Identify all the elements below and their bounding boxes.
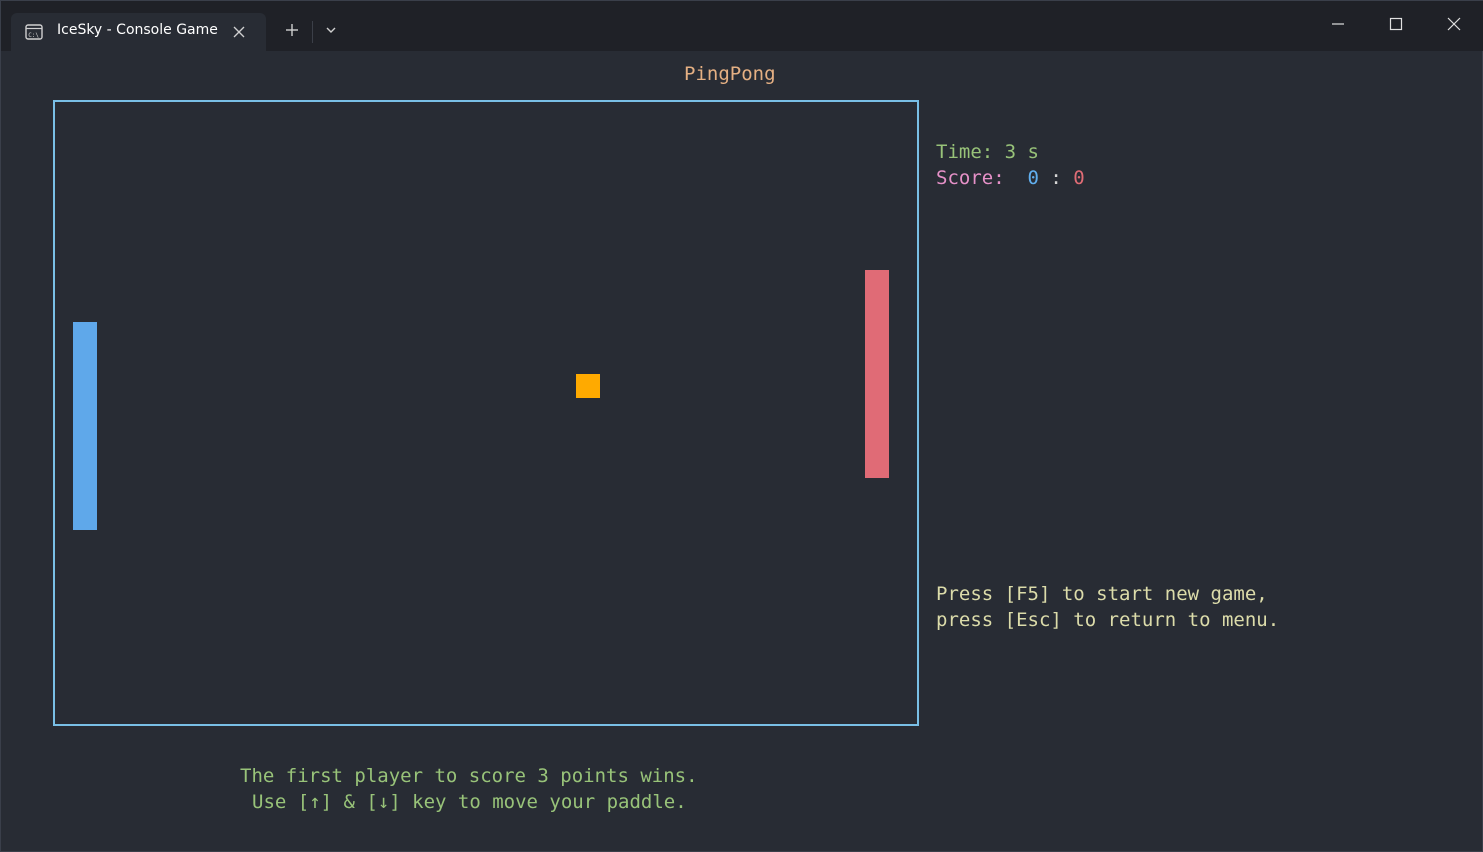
right-paddle [865,270,889,478]
ball [576,374,600,398]
tab-separator [312,21,313,43]
rule-controls: Use [↑] & [↓] key to move your paddle. [252,791,687,813]
tab-title: IceSky - Console Game [57,22,218,38]
time-display: Time: 3 s [936,141,1039,163]
score-label: Score: [936,167,1028,189]
score-display: Score: 0 : 0 [936,167,1085,189]
game-title: PingPong [684,63,776,85]
svg-text:C:\: C:\ [28,32,39,39]
tab-icesky[interactable]: C:\ IceSky - Console Game [11,13,266,51]
score-left: 0 [1027,167,1039,189]
left-paddle [73,322,97,530]
console-icon: C:\ [25,23,43,41]
new-tab-button[interactable] [275,17,309,47]
plus-icon [284,22,300,43]
game-arena [53,100,919,726]
close-icon [1446,16,1462,37]
console-window: C:\ IceSky - Console Game PingPong Time:… [0,0,1483,852]
score-separator: : [1038,167,1074,189]
help-new-game: Press [F5] to start new game, [936,583,1268,605]
rule-win-condition: The first player to score 3 points wins. [240,765,698,787]
close-icon[interactable] [231,24,247,40]
maximize-icon [1389,17,1403,36]
chevron-down-icon [324,23,338,42]
close-window-button[interactable] [1425,1,1483,51]
maximize-button[interactable] [1367,1,1425,51]
title-bar: C:\ IceSky - Console Game [1,1,1483,51]
help-return-menu: press [Esc] to return to menu. [936,609,1280,631]
score-right: 0 [1073,167,1085,189]
tab-dropdown-button[interactable] [314,17,348,47]
minimize-button[interactable] [1309,1,1367,51]
minimize-icon [1331,17,1345,36]
